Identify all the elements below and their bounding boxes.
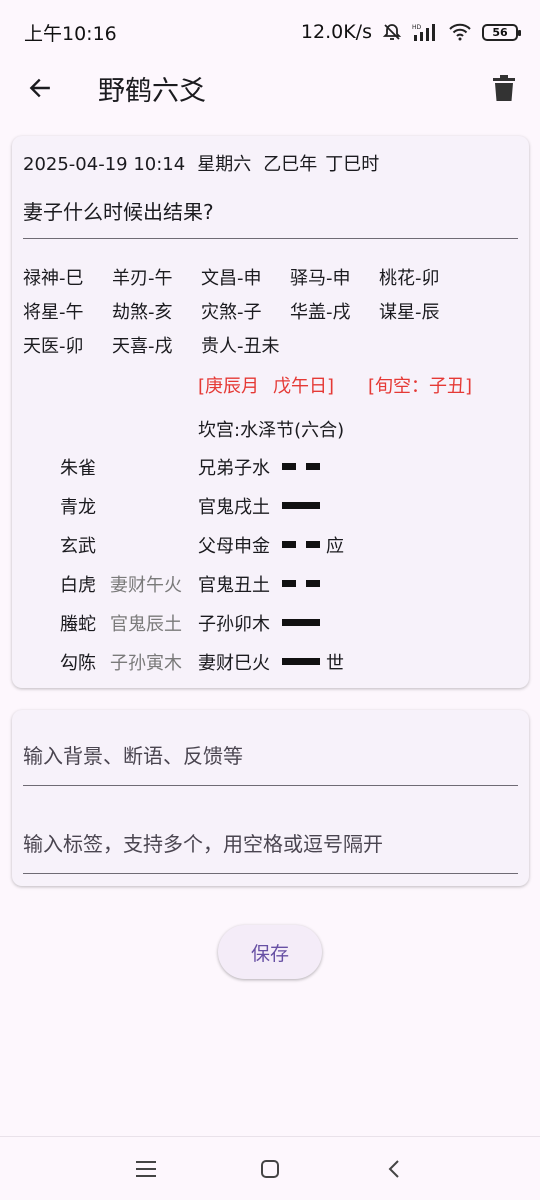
save-button[interactable]: 保存 — [218, 925, 322, 979]
yang-line — [282, 658, 320, 665]
shensha-row: 禄神-巳 羊刃-午 文昌-申 驿马-申 桃花-卯 — [23, 264, 468, 290]
shensha-item: 劫煞-亥 — [112, 302, 173, 323]
record-year-pillar: 乙巳年 — [263, 154, 318, 175]
record-header: 2025-04-19 10:14 星期六 乙巳年 丁巳时 — [23, 150, 379, 176]
signal-icon: HD — [412, 24, 435, 41]
yao-row: 朱雀 兄弟子水 — [12, 454, 529, 484]
wifi-icon — [449, 23, 471, 41]
divination-card: 2025-04-19 10:14 星期六 乙巳年 丁巳时 妻子什么时候出结果? 禄神-… — [12, 136, 529, 688]
shensha-item: 天喜-戌 — [112, 336, 173, 357]
battery-icon: 56 — [482, 23, 521, 41]
input-card — [12, 710, 529, 886]
nav-back-button[interactable] — [374, 1151, 414, 1187]
record-datetime: 2025-04-19 10:14 — [23, 154, 186, 175]
shensha-row: 将星-午 劫煞-亥 灾煞-子 华盖-戌 谋星-辰 — [23, 298, 468, 324]
back-button[interactable] — [12, 64, 68, 112]
yao-row: 青龙 官鬼戌土 — [12, 493, 529, 523]
shensha-item: 华盖-戌 — [290, 302, 351, 323]
shensha-item: 禄神-巳 — [23, 268, 84, 289]
menu-icon — [136, 1161, 156, 1177]
shensha-row: 天医-卯 天喜-戌 贵人-丑未 — [23, 332, 290, 358]
divider — [23, 238, 518, 239]
yao-liuqin: 子孙卯木 — [198, 614, 270, 635]
shensha-item: 羊刃-午 — [112, 268, 173, 289]
arrow-left-icon — [29, 78, 50, 98]
nav-menu-button[interactable] — [126, 1151, 166, 1187]
status-bar: 上午10:16 12.0K/s HD 56 — [0, 0, 540, 64]
yao-row: 玄武 父母申金 应 — [12, 532, 529, 562]
tags-input[interactable] — [23, 814, 518, 874]
svg-text:HD: HD — [412, 24, 422, 31]
status-time: 上午10:16 — [24, 22, 117, 45]
network-speed: 12.0K/s — [300, 21, 372, 43]
delete-button[interactable] — [484, 68, 524, 108]
yao-god: 青龙 — [60, 497, 96, 518]
yao-row: 勾陈 子孙寅木 妻财巳火 世 — [12, 649, 529, 679]
ying-marker: 应 — [326, 536, 344, 557]
yao-liuqin: 兄弟子水 — [198, 458, 270, 479]
yao-liuqin: 父母申金 — [198, 536, 270, 557]
yao-god: 玄武 — [60, 536, 96, 557]
page-title: 野鹤六爻 — [98, 75, 206, 107]
shensha-item: 桃花-卯 — [379, 268, 440, 289]
shensha-item: 驿马-申 — [290, 268, 351, 289]
yao-row: 白虎 妻财午火 官鬼丑土 — [12, 571, 529, 601]
shensha-item: 文昌-申 — [201, 268, 262, 289]
yin-line — [282, 541, 320, 548]
gua-name: 坎宫:水泽节(六合) — [198, 420, 345, 441]
chevron-left-icon — [388, 1160, 399, 1178]
question-text: 妻子什么时候出结果? — [23, 200, 214, 224]
yao-row: 螣蛇 官鬼辰土 子孙卯木 — [12, 610, 529, 640]
yao-fushen: 妻财午火 — [110, 575, 182, 596]
status-icons: 12.0K/s HD 56 — [300, 21, 521, 43]
nav-home-button[interactable] — [250, 1151, 290, 1187]
system-nav-bar — [0, 1136, 540, 1200]
shensha-item: 将星-午 — [23, 302, 84, 323]
mute-bell-icon — [382, 24, 402, 40]
yao-god: 螣蛇 — [60, 614, 96, 635]
home-icon — [261, 1160, 279, 1178]
shi-marker: 世 — [326, 653, 344, 674]
yao-god: 白虎 — [60, 575, 96, 596]
yao-god: 勾陈 — [60, 653, 96, 674]
yang-line — [282, 619, 320, 626]
shensha-item: 天医-卯 — [23, 336, 84, 357]
yin-line — [282, 463, 320, 470]
yang-line — [282, 502, 320, 509]
yao-god: 朱雀 — [60, 458, 96, 479]
yao-liuqin: 妻财巳火 — [198, 653, 270, 674]
yin-line — [282, 580, 320, 587]
yao-fushen: 子孙寅木 — [110, 653, 182, 674]
record-weekday: 星期六 — [197, 154, 252, 175]
yao-fushen: 官鬼辰土 — [110, 614, 182, 635]
xunkong: [旬空：子丑] — [368, 376, 473, 397]
yao-liuqin: 官鬼丑土 — [198, 575, 270, 596]
yao-liuqin: 官鬼戌土 — [198, 497, 270, 518]
app-bar: 野鹤六爻 — [0, 64, 540, 112]
shensha-item: 贵人-丑未 — [201, 336, 280, 357]
trash-icon — [493, 75, 515, 101]
day-pillar: 戊午日] — [273, 376, 335, 397]
month-pillar: [庚辰月 — [198, 376, 260, 397]
month-day-pillars: [庚辰月 戊午日] — [198, 372, 334, 398]
notes-input[interactable] — [23, 726, 518, 786]
shensha-item: 灾煞-子 — [201, 302, 262, 323]
record-hour-pillar: 丁巳时 — [325, 154, 380, 175]
shensha-item: 谋星-辰 — [379, 302, 440, 323]
